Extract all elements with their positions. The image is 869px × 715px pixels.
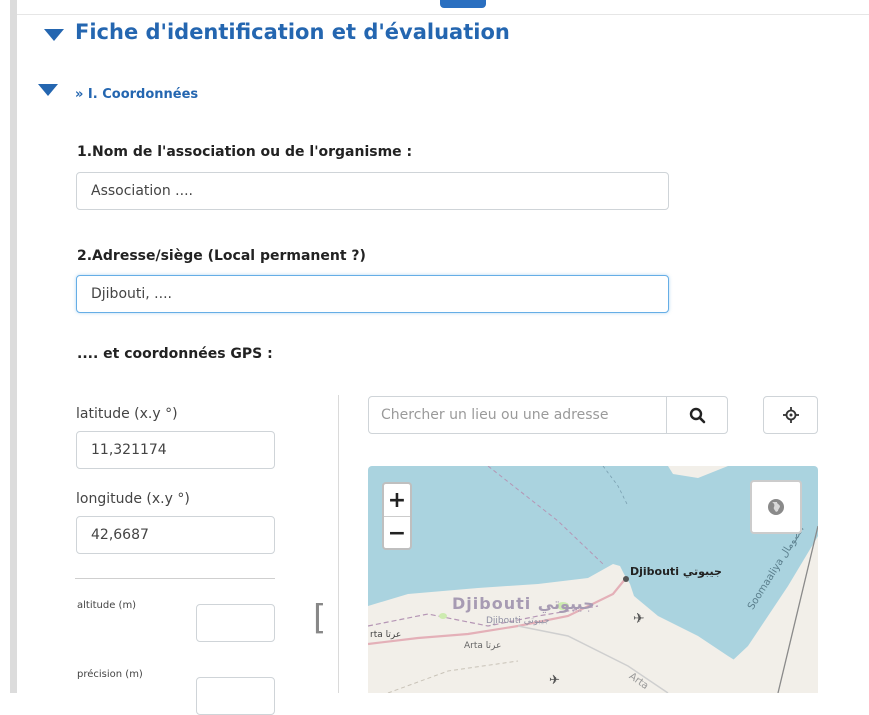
subsection-title[interactable]: » I. Coordonnées <box>75 87 198 102</box>
left-border <box>10 0 17 693</box>
zoom-out-button[interactable]: − <box>384 517 410 549</box>
svg-text:✈: ✈ <box>633 611 645 627</box>
longitude-label: longitude (x.y °) <box>76 491 190 507</box>
map-region-label: Djibouti جيبوتي <box>486 616 550 626</box>
latitude-label: latitude (x.y °) <box>76 406 178 422</box>
search-icon <box>689 407 705 423</box>
crosshair-icon <box>782 407 799 423</box>
gps-label: .... et coordonnées GPS : <box>77 346 273 362</box>
top-strip <box>0 0 869 14</box>
precision-input[interactable] <box>196 677 275 715</box>
divider <box>75 578 275 579</box>
column-divider <box>338 395 339 693</box>
organisation-name-input[interactable] <box>76 172 669 210</box>
zoom-control: + − <box>382 482 412 550</box>
q1-label: 1.Nom de l'association ou de l'organisme… <box>77 144 413 160</box>
globe-icon <box>768 499 784 515</box>
subsection-toggle-icon[interactable] <box>38 84 58 96</box>
altitude-input[interactable] <box>196 604 275 642</box>
zoom-in-button[interactable]: + <box>384 484 410 516</box>
map-country-label: Djibouti جيبوتي <box>452 594 595 613</box>
precision-label: précision (m) <box>77 669 143 680</box>
svg-text:✈: ✈ <box>549 673 560 688</box>
address-input[interactable] <box>76 275 669 313</box>
map-city-label: Djibouti جيبوتي <box>630 565 722 578</box>
q2-label: 2.Adresse/siège (Local permanent ?) <box>77 248 366 264</box>
search-button[interactable] <box>666 396 728 434</box>
layer-switch-button[interactable] <box>750 480 802 534</box>
map-arta-label: Arta عرتا <box>464 641 502 651</box>
longitude-input[interactable] <box>76 516 275 554</box>
altitude-label: altitude (m) <box>77 600 137 611</box>
location-search-input[interactable] <box>368 396 667 434</box>
section-title[interactable]: Fiche d'identification et d'évaluation <box>75 20 510 44</box>
bracket-glyph: [ <box>313 598 327 638</box>
latitude-input[interactable] <box>76 431 275 469</box>
map-arta-edge-label: rta عرتا <box>370 630 402 640</box>
header-accent <box>440 0 486 8</box>
locate-me-button[interactable] <box>763 396 818 434</box>
collapse-toggle-icon[interactable] <box>44 29 64 41</box>
